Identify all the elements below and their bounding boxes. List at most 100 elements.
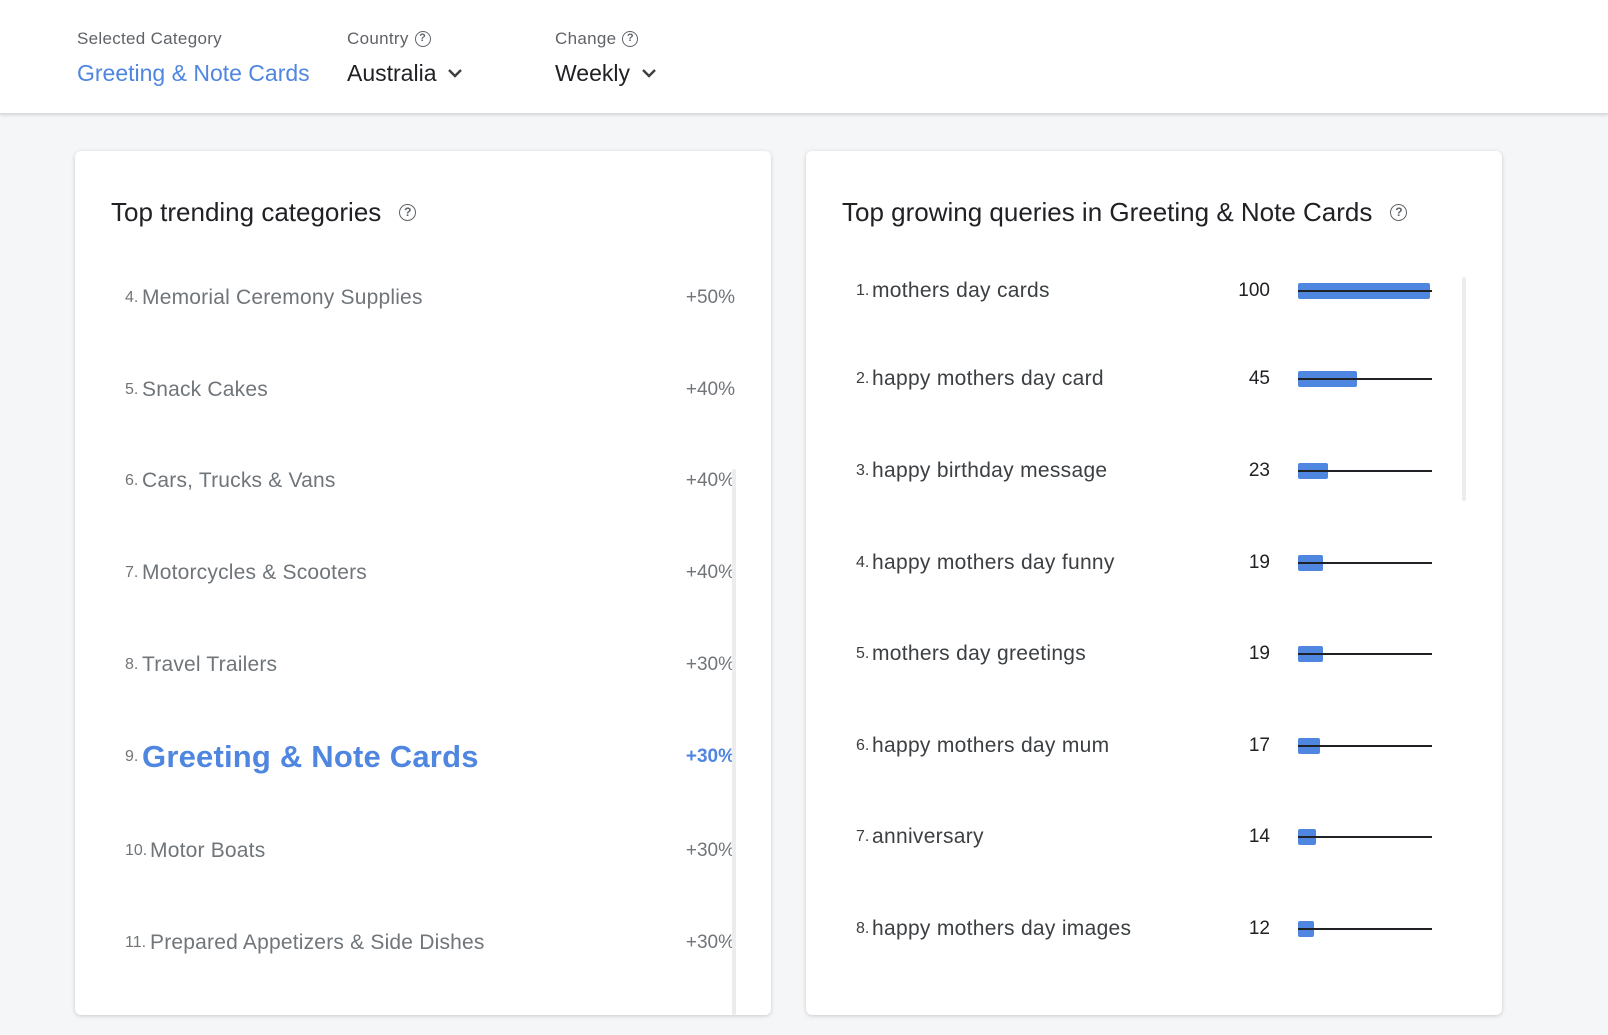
category-row[interactable]: 6. Cars, Trucks & Vans +40% [75,461,735,501]
query-name: mothers day greetings [872,642,1087,665]
score-bar [1298,281,1432,301]
score-bar [1298,827,1432,847]
query-rank: 4. [856,554,870,571]
change-value: Weekly [555,59,630,86]
card-title: Top trending categories [111,197,382,227]
score-bar-track [1298,470,1432,472]
category-row[interactable]: 5. Snack Cakes +40% [75,370,735,410]
category-row[interactable]: 4. Memorial Ceremony Supplies +50% [75,278,735,318]
category-change: +30% [685,746,735,767]
category-change: +40% [685,379,735,400]
change-label: Change [555,29,617,48]
category-row[interactable]: 7. Motorcycles & Scooters +40% [75,553,735,593]
category-row[interactable]: 8. Travel Trailers +30% [75,645,735,685]
help-circle-icon[interactable]: ? [1390,204,1408,221]
query-score: 12 [1248,918,1270,939]
query-name: happy mothers day images [872,917,1132,940]
category-rank: 6. [125,472,139,489]
query-row[interactable]: 5. mothers day greetings 19 [806,634,1432,674]
query-rank: 6. [856,737,870,754]
query-score: 100 [1238,280,1270,301]
scrollbar[interactable] [732,469,736,1015]
score-bar-track [1298,653,1432,655]
help-circle-icon[interactable]: ? [399,204,417,221]
query-row[interactable]: 2. happy mothers day card 45 [806,359,1432,399]
query-name: mothers day cards [872,279,1050,302]
query-score: 19 [1248,643,1270,664]
query-rank: 3. [856,462,870,479]
category-name: Greeting & Note Cards [142,739,479,774]
scrollbar[interactable] [1462,277,1466,501]
query-score: 23 [1248,460,1270,481]
category-name: Travel Trailers [142,653,278,676]
category-change: +30% [685,932,735,953]
score-bar [1298,736,1432,756]
score-bar-track [1298,290,1432,292]
help-circle-icon[interactable]: ? [622,31,639,47]
category-change: +40% [685,470,735,491]
query-score: 45 [1248,368,1270,389]
country-label: Country [347,29,409,48]
category-rank: 11. [125,934,147,951]
change-dropdown[interactable]: Weekly [555,58,658,88]
category-row[interactable]: 9. Greeting & Note Cards +30% [75,737,735,777]
category-rank: 7. [125,564,139,581]
category-row[interactable]: 10. Motor Boats +30% [75,831,735,871]
query-score: 19 [1248,552,1270,573]
query-row[interactable]: 3. happy birthday message 23 [806,451,1432,491]
category-row[interactable]: 11. Prepared Appetizers & Side Dishes +30% [75,923,735,963]
query-row[interactable]: 4. happy mothers day funny 19 [806,543,1432,583]
category-change: +30% [685,840,735,861]
query-name: happy mothers day funny [872,551,1115,574]
top-filter-bar: Selected Category Greeting & Note Cards … [0,0,1608,114]
query-rank: 5. [856,645,870,662]
top-trending-categories-card: Top trending categories ? 4. Memorial Cer… [75,151,771,1015]
category-rank: 5. [125,381,139,398]
country-dropdown[interactable]: Australia [347,58,464,88]
query-row[interactable]: 8. happy mothers day images 12 [806,909,1432,949]
query-name: happy mothers day card [872,367,1104,390]
help-circle-icon[interactable]: ? [414,31,431,47]
query-row[interactable]: 7. anniversary 14 [806,817,1432,857]
selected-category-value[interactable]: Greeting & Note Cards [77,58,310,88]
category-rank: 4. [125,289,139,306]
country-filter: Country ? Australia [347,28,464,88]
category-name: Snack Cakes [142,378,268,401]
score-bar [1298,369,1432,389]
selected-category-label: Selected Category [77,29,222,48]
query-row[interactable]: 1. mothers day cards 100 [806,271,1432,311]
selected-category-filter: Selected Category Greeting & Note Cards [77,28,310,88]
score-bar [1298,644,1432,664]
category-change: +50% [685,287,735,308]
query-score: 14 [1248,826,1270,847]
top-growing-queries-card: Top growing queries in Greeting & Note C… [806,151,1502,1015]
query-name: anniversary [872,825,984,848]
category-rank: 9. [125,748,139,765]
score-bar-track [1298,928,1432,930]
category-rank: 8. [125,656,139,673]
query-row[interactable]: 6. happy mothers day mum 17 [806,726,1432,766]
category-name: Motorcycles & Scooters [142,561,367,584]
category-change: +30% [685,654,735,675]
query-score: 17 [1248,735,1270,756]
query-rank: 8. [856,920,870,937]
score-bar-track [1298,562,1432,564]
score-bar [1298,919,1432,939]
category-name: Cars, Trucks & Vans [142,469,336,492]
country-value: Australia [347,59,437,86]
query-name: happy birthday message [872,459,1108,482]
query-rank: 1. [856,282,870,299]
category-name: Memorial Ceremony Supplies [142,286,423,309]
score-bar [1298,553,1432,573]
query-name: happy mothers day mum [872,734,1110,757]
category-rank: 10. [125,842,148,859]
card-title: Top growing queries in Greeting & Note C… [842,197,1373,227]
score-bar [1298,461,1432,481]
query-rank: 7. [856,828,870,845]
query-rank: 2. [856,370,870,387]
category-change: +40% [685,562,735,583]
score-bar-track [1298,836,1432,838]
category-name: Prepared Appetizers & Side Dishes [150,931,485,954]
chevron-down-icon [642,69,656,78]
chevron-down-icon [448,69,463,78]
